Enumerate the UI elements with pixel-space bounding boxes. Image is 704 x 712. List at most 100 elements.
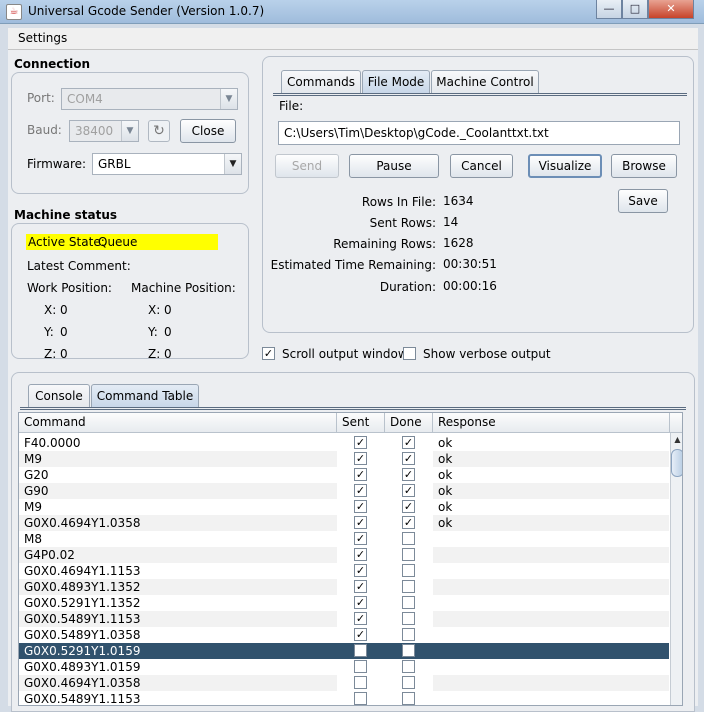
column-header-response[interactable]: Response bbox=[433, 413, 670, 433]
table-row[interactable]: G4P0.02 ✓ bbox=[19, 547, 669, 563]
done-checkbox bbox=[402, 660, 415, 673]
machine-position-label: Machine Position: bbox=[131, 281, 236, 295]
menu-bar: Settings bbox=[8, 28, 698, 50]
cell-response bbox=[433, 611, 669, 627]
cell-response bbox=[433, 595, 669, 611]
tab-machine-control[interactable]: Machine Control bbox=[431, 70, 539, 94]
table-row[interactable]: G0X0.4694Y1.0358 ✓ ✓ ok bbox=[19, 515, 669, 531]
sent-checkbox: ✓ bbox=[354, 564, 367, 577]
table-row[interactable]: G0X0.5291Y1.1352 ✓ bbox=[19, 595, 669, 611]
work-y-label: Y: bbox=[44, 325, 54, 339]
command-table[interactable]: Command Sent Done Response F40.0000 ✓ ✓ ok M… bbox=[18, 412, 683, 706]
file-path-field[interactable]: C:\Users\Tim\Desktop\gCode._Coolanttxt.t… bbox=[278, 121, 680, 145]
tab-commands[interactable]: Commands bbox=[281, 70, 361, 94]
sent-checkbox: ✓ bbox=[354, 612, 367, 625]
cell-response: ok bbox=[433, 451, 669, 467]
sent-checkbox: ✓ bbox=[354, 532, 367, 545]
firmware-value: GRBL bbox=[98, 157, 131, 171]
maximize-button[interactable]: □ bbox=[622, 0, 648, 19]
close-window-button[interactable]: ✕ bbox=[648, 0, 694, 19]
baud-value: 38400 bbox=[75, 124, 114, 138]
verbose-output-checkbox[interactable] bbox=[403, 347, 416, 360]
done-checkbox bbox=[402, 548, 415, 561]
cell-command: G90 bbox=[19, 483, 337, 499]
work-y-value: 0 bbox=[60, 325, 68, 339]
cell-response bbox=[433, 547, 669, 563]
table-row[interactable]: G0X0.5489Y1.1153 bbox=[19, 691, 669, 706]
sent-checkbox: ✓ bbox=[354, 580, 367, 593]
sent-checkbox: ✓ bbox=[354, 452, 367, 465]
table-row[interactable]: G0X0.5489Y1.1153 ✓ bbox=[19, 611, 669, 627]
cell-command: G0X0.4893Y1.1352 bbox=[19, 579, 337, 595]
done-checkbox bbox=[402, 676, 415, 689]
duration-label: Duration: bbox=[379, 280, 436, 294]
table-row[interactable]: F40.0000 ✓ ✓ ok bbox=[19, 435, 669, 451]
machine-y-value: 0 bbox=[164, 325, 172, 339]
table-row[interactable]: G0X0.5489Y1.0358 ✓ bbox=[19, 627, 669, 643]
table-row[interactable]: G20 ✓ ✓ ok bbox=[19, 467, 669, 483]
chevron-down-icon: ▼ bbox=[224, 154, 241, 174]
baud-label: Baud: bbox=[27, 123, 62, 137]
port-select[interactable]: COM4 ▼ bbox=[61, 88, 238, 110]
scroll-output-checkbox[interactable]: ✓ bbox=[262, 347, 275, 360]
sent-checkbox: ✓ bbox=[354, 628, 367, 641]
tab-divider bbox=[20, 407, 686, 410]
table-row[interactable]: G90 ✓ ✓ ok bbox=[19, 483, 669, 499]
cell-command: G0X0.4694Y1.0358 bbox=[19, 675, 337, 691]
vertical-scrollbar[interactable]: ▲ bbox=[670, 433, 682, 705]
refresh-icon[interactable]: ↻ bbox=[148, 120, 170, 142]
done-checkbox bbox=[402, 692, 415, 705]
table-row[interactable]: G0X0.5291Y1.0159 ✓ bbox=[19, 643, 669, 659]
done-checkbox bbox=[402, 596, 415, 609]
remaining-rows-label: Remaining Rows: bbox=[333, 237, 436, 251]
cell-response bbox=[433, 627, 669, 643]
tab-file-mode[interactable]: File Mode bbox=[362, 70, 430, 94]
duration-value: 00:00:16 bbox=[443, 279, 497, 293]
table-row[interactable]: M9 ✓ ✓ ok bbox=[19, 451, 669, 467]
column-header-command[interactable]: Command bbox=[19, 413, 337, 433]
tab-command-table[interactable]: Command Table bbox=[91, 384, 199, 408]
send-button[interactable]: Send bbox=[275, 154, 339, 178]
cell-command: G0X0.5489Y1.0358 bbox=[24, 628, 141, 642]
save-button[interactable]: Save bbox=[618, 189, 668, 213]
cell-response bbox=[433, 691, 669, 705]
table-row[interactable]: M8 ✓ bbox=[19, 531, 669, 547]
browse-button[interactable]: Browse bbox=[611, 154, 677, 178]
cell-command: G0X0.5489Y1.1153 bbox=[24, 692, 141, 706]
done-checkbox bbox=[402, 628, 415, 641]
table-row[interactable]: G0X0.4694Y1.1153 ✓ bbox=[19, 563, 669, 579]
minimize-button[interactable]: — bbox=[596, 0, 622, 19]
cancel-button[interactable]: Cancel bbox=[450, 154, 513, 178]
cell-command: G20 bbox=[24, 468, 49, 482]
cell-command: M9 bbox=[19, 451, 337, 467]
table-row[interactable]: G0X0.4893Y1.0159 bbox=[19, 659, 669, 675]
table-row[interactable]: G0X0.4694Y1.0358 bbox=[19, 675, 669, 691]
tab-console[interactable]: Console bbox=[28, 384, 90, 408]
cell-command: G0X0.4694Y1.1153 bbox=[24, 564, 141, 578]
cell-command: M9 bbox=[24, 500, 42, 514]
sent-checkbox: ✓ bbox=[354, 436, 367, 449]
close-connection-button[interactable]: Close bbox=[180, 119, 236, 143]
machine-z-value: 0 bbox=[164, 347, 172, 361]
table-row[interactable]: G0X0.4893Y1.1352 ✓ bbox=[19, 579, 669, 595]
active-state-value: Queue bbox=[98, 235, 138, 249]
done-checkbox bbox=[402, 612, 415, 625]
machine-x-value: 0 bbox=[164, 303, 172, 317]
scroll-up-icon[interactable]: ▲ bbox=[671, 433, 682, 447]
sent-checkbox: ✓ bbox=[354, 484, 367, 497]
window-title: Universal Gcode Sender (Version 1.0.7) bbox=[28, 4, 265, 18]
firmware-select[interactable]: GRBL ▼ bbox=[92, 153, 242, 175]
pause-button[interactable]: Pause bbox=[349, 154, 439, 178]
scroll-thumb[interactable] bbox=[671, 449, 682, 477]
table-row[interactable]: M9 ✓ ✓ ok bbox=[19, 499, 669, 515]
visualize-button[interactable]: Visualize bbox=[528, 154, 602, 178]
column-header-sent[interactable]: Sent bbox=[337, 413, 385, 433]
work-z-value: 0 bbox=[60, 347, 68, 361]
port-label: Port: bbox=[27, 91, 55, 105]
cell-response: ok bbox=[433, 515, 669, 531]
column-header-done[interactable]: Done bbox=[385, 413, 433, 433]
title-bar[interactable]: ☕ Universal Gcode Sender (Version 1.0.7)… bbox=[0, 0, 704, 24]
tab-divider bbox=[273, 93, 687, 96]
menu-settings[interactable]: Settings bbox=[18, 31, 67, 45]
baud-select[interactable]: 38400 ▼ bbox=[69, 120, 139, 142]
